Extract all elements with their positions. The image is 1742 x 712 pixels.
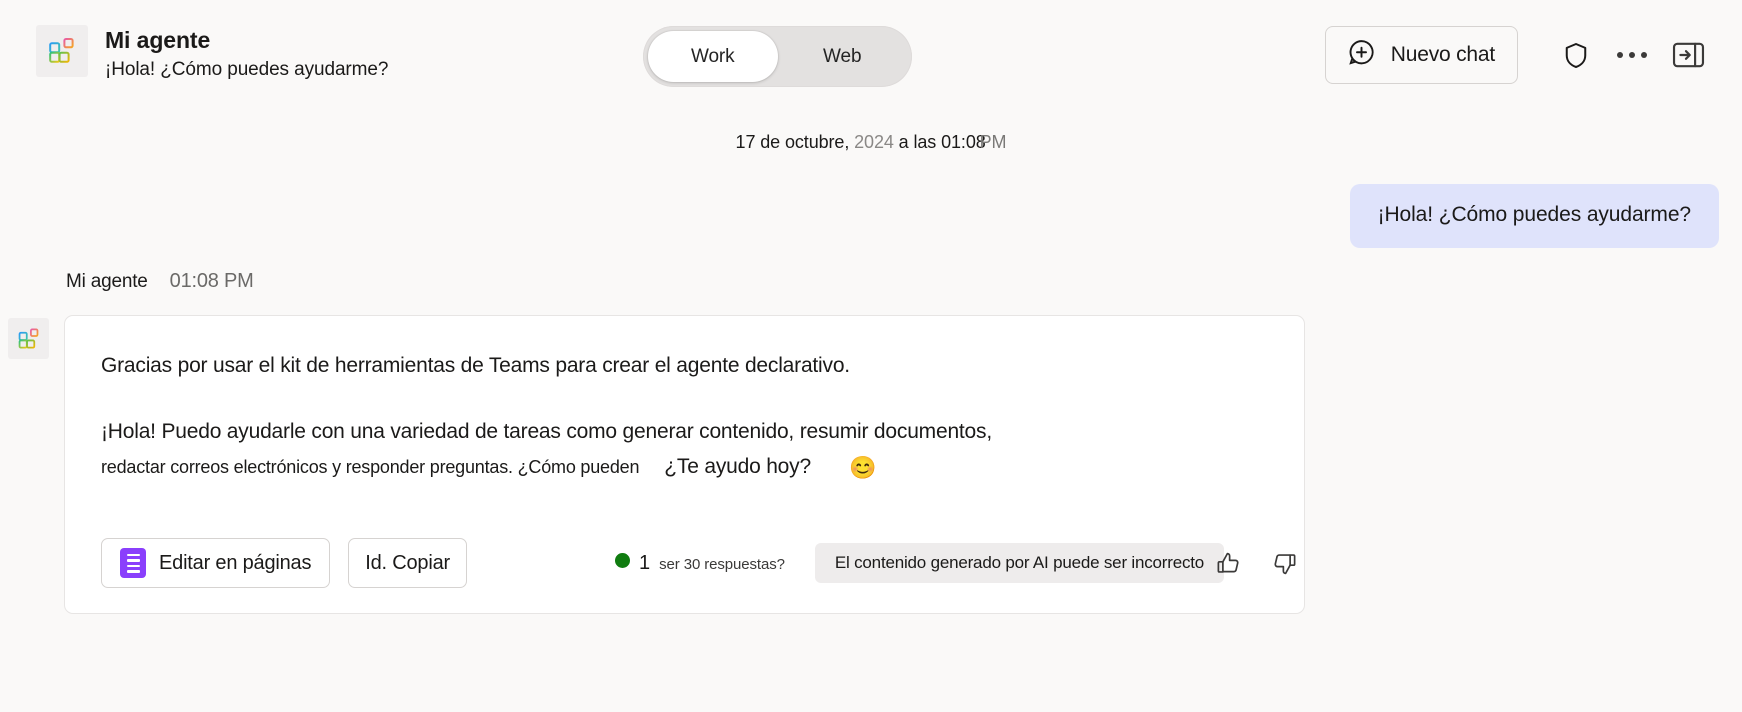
thumb-down-icon[interactable] [1266,545,1302,581]
edit-in-pages-button[interactable]: Editar en páginas [101,538,331,588]
feedback-controls [1217,545,1302,581]
agent-chat-panel: Mi agente ¡Hola! ¿Cómo puedes ayudarme? … [0,0,1742,712]
thumb-up-icon[interactable] [1210,545,1246,581]
response-paragraph-1: Gracias por usar el kit de herramientas … [101,354,850,377]
status-dot-icon [614,552,630,568]
copy-label: Id. Copiar [365,551,450,574]
ai-disclaimer: El contenido generado por AI puede ser i… [814,543,1225,583]
response-paragraph-3-tail: ¿Te ayudo hoy? [664,455,811,478]
timestamp-time: a las 01:08 [893,132,986,152]
more-dots [1617,52,1647,58]
agent-brand: Mi agente ¡Hola! ¿Cómo puedes ayudarme? [36,25,388,83]
agent-blocks-icon [36,25,88,77]
header: Mi agente ¡Hola! ¿Cómo puedes ayudarme? … [0,0,1742,112]
copy-button[interactable]: Id. Copiar [348,538,467,588]
more-horizontal-icon[interactable] [1604,27,1660,83]
response-paragraph-2: ¡Hola! Puedo ayudarle con una variedad d… [101,420,992,443]
page-title: Mi agente [105,27,211,53]
response-paragraph-3-main: redactar correos electrónicos y responde… [101,457,640,477]
timestamp-year: 2024 [854,132,894,152]
smiling-face-emoji: 😊 [848,455,877,480]
pages-icon [120,548,146,578]
brand-text: Mi agente ¡Hola! ¿Cómo puedes ayudarme? [105,25,388,83]
response-count: 1 ser 30 respuestas? [614,551,785,575]
response-count-label: ser 30 respuestas? [659,555,785,573]
panel-collapse-right-icon[interactable] [1660,27,1716,83]
new-chat-label: Nuevo chat [1391,43,1495,71]
user-message-bubble: ¡Hola! ¿Cómo puedes ayudarme? [1349,184,1719,248]
chat-add-icon [1346,37,1377,73]
tab-work[interactable]: Work [648,31,778,82]
tab-web[interactable]: Web [778,31,908,82]
agent-blocks-icon-small [8,318,49,359]
timestamp-date: 17 de octubre, [735,132,855,152]
conversation-timestamp: 17 de octubre, 2024 a las 01:08PM [0,132,1742,153]
agent-message-time: 01:08 PM [169,270,254,292]
new-chat-button[interactable]: Nuevo chat [1324,26,1518,84]
agent-greeting: ¡Hola! ¿Cómo puedes ayudarme? [105,59,389,80]
response-body: Gracias por usar el kit de herramientas … [65,316,1304,481]
scope-toggle[interactable]: Work Web [643,26,912,87]
agent-message-meta: Mi agente 01:08 PM [66,270,254,293]
agent-name-label: Mi agente [66,271,148,292]
response-paragraph-3: redactar correos electrónicos y responde… [101,452,1268,481]
agent-response-card: Gracias por usar el kit de herramientas … [64,315,1305,614]
timestamp-ampm: PM [979,132,1007,152]
shield-icon[interactable] [1548,27,1604,83]
header-actions: Nuevo chat [1324,26,1716,84]
response-count-number: 1 [638,551,651,574]
edit-in-pages-label: Editar en páginas [159,551,312,574]
response-action-bar: Editar en páginas Id. Copiar 1 ser 30 re… [65,513,1304,613]
